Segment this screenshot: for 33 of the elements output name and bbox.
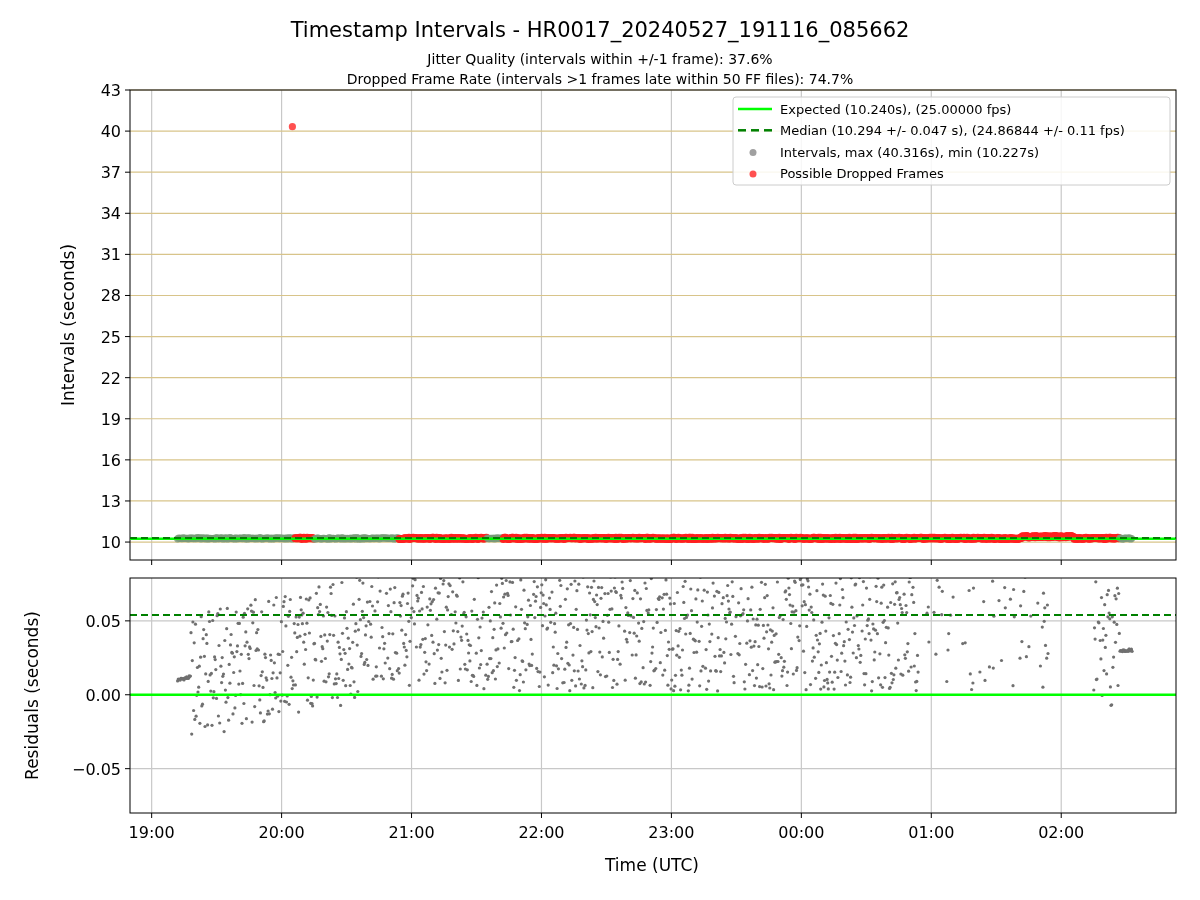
figure-title: Timestamp Intervals - HR0017_20240527_191116_085662 (290, 18, 910, 42)
y-tick-label: 31 (100, 245, 121, 265)
legend-label: Median (10.294 +/- 0.047 s), (24.86844 +/- 0.11 fps) (780, 123, 1125, 139)
x-tick-label: 20:00 (258, 823, 305, 842)
y-tick-label: 37 (100, 163, 121, 183)
y-tick-label: 0.00 (85, 685, 121, 705)
y-axis-label: Intervals (seconds) (58, 243, 78, 407)
figure-subtitle: Jitter Quality (intervals within +/-1 frame): 37.6% (427, 51, 773, 67)
y-tick-label: 22 (100, 368, 121, 388)
x-tick-label: 00:00 (778, 823, 825, 842)
legend-label: Intervals, max (40.316s), min (10.227s) (780, 144, 1039, 160)
y-tick-label: 34 (100, 204, 121, 224)
y-tick-label: 40 (100, 122, 121, 142)
figure-subtitle: Dropped Frame Rate (intervals >1 frames late within 50 FF files): 74.7% (346, 71, 854, 87)
y-tick-label: 19 (100, 409, 121, 429)
x-tick-label: 22:00 (518, 823, 565, 842)
x-tick-label: 21:00 (388, 823, 435, 842)
legend-label: Possible Dropped Frames (780, 165, 944, 181)
y-tick-label: 28 (100, 286, 121, 306)
y-tick-label: 43 (100, 81, 121, 100)
x-tick-label: 02:00 (1038, 823, 1085, 842)
y-tick-label: −0.05 (71, 759, 121, 779)
y-tick-label: 25 (100, 327, 121, 347)
y-axis-label: Residuals (seconds) (22, 611, 42, 780)
y-tick-label: 10 (100, 533, 121, 553)
x-tick-label: 01:00 (908, 823, 955, 842)
y-tick-label: 16 (100, 450, 121, 470)
y-tick-label: 0.05 (85, 611, 121, 631)
y-tick-label: 13 (100, 491, 121, 511)
x-tick-label: 23:00 (648, 823, 695, 842)
x-axis-label: Time (UTC) (605, 855, 699, 875)
x-tick-label: 19:00 (128, 823, 175, 842)
legend-label: Expected (10.240s), (25.00000 fps) (780, 102, 1012, 117)
